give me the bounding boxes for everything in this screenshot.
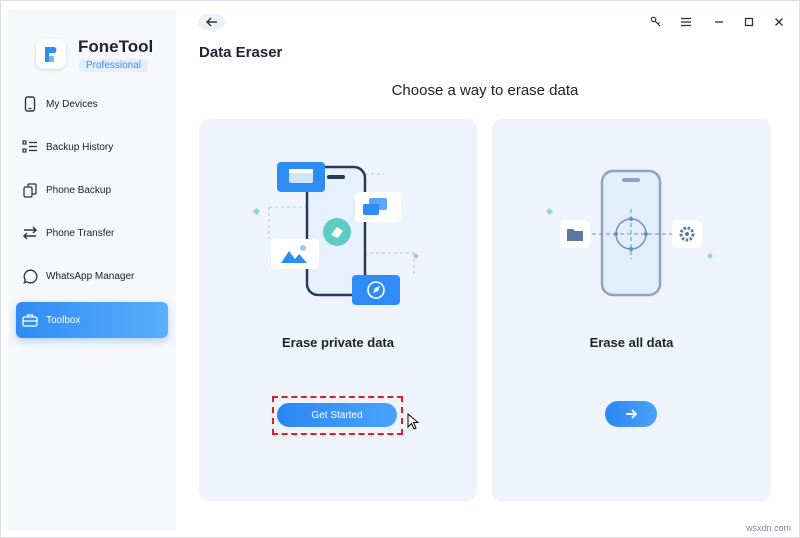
sidebar-item-toolbox[interactable]: Toolbox bbox=[16, 302, 168, 338]
sidebar-item-phone-transfer[interactable]: Phone Transfer bbox=[16, 215, 168, 251]
list-icon bbox=[22, 139, 38, 155]
sidebar-item-label: My Devices bbox=[46, 98, 98, 110]
erase-all-data-card[interactable]: Erase all data bbox=[492, 119, 771, 501]
page-title: Data Eraser bbox=[199, 44, 283, 61]
menu-icon[interactable] bbox=[677, 13, 695, 31]
transfer-icon bbox=[22, 225, 38, 241]
erase-all-arrow-button[interactable] bbox=[605, 401, 657, 427]
arrow-right-icon bbox=[626, 409, 637, 419]
key-icon[interactable] bbox=[647, 13, 665, 31]
sidebar-item-phone-backup[interactable]: Phone Backup bbox=[16, 172, 168, 208]
arrow-left-icon bbox=[205, 17, 217, 27]
app-window: FoneTool Professional My Devices Backup … bbox=[0, 0, 800, 538]
maximize-icon[interactable] bbox=[740, 13, 758, 31]
edition-badge: Professional bbox=[79, 59, 149, 72]
get-started-button[interactable]: Get Started bbox=[277, 403, 397, 427]
sidebar-item-whatsapp-manager[interactable]: WhatsApp Manager bbox=[16, 258, 168, 294]
private-data-illustration bbox=[252, 162, 419, 305]
sidebar-item-label: WhatsApp Manager bbox=[46, 270, 135, 282]
toolbox-icon bbox=[22, 312, 38, 328]
whatsapp-icon bbox=[22, 268, 38, 284]
minimize-icon[interactable] bbox=[710, 13, 728, 31]
sidebar-item-label: Backup History bbox=[46, 141, 114, 153]
app-logo bbox=[36, 39, 66, 69]
option-title: Erase private data bbox=[281, 335, 394, 350]
all-data-illustration bbox=[545, 169, 713, 297]
close-icon[interactable] bbox=[770, 13, 788, 31]
sidebar-item-label: Phone Backup bbox=[46, 184, 112, 196]
erase-private-data-card[interactable]: Erase private data Get Started bbox=[199, 119, 477, 501]
page-subtitle: Choose a way to erase data bbox=[391, 82, 579, 99]
watermark: wsxdn.com bbox=[745, 523, 791, 533]
sidebar-item-label: Toolbox bbox=[46, 314, 81, 326]
mouse-cursor-icon bbox=[407, 413, 419, 430]
back-button[interactable] bbox=[198, 14, 225, 30]
sidebar-item-label: Phone Transfer bbox=[46, 227, 115, 239]
option-title: Erase all data bbox=[589, 335, 674, 350]
app-name: FoneTool bbox=[78, 37, 154, 56]
sidebar-item-backup-history[interactable]: Backup History bbox=[16, 129, 168, 165]
copy-icon bbox=[22, 182, 38, 198]
